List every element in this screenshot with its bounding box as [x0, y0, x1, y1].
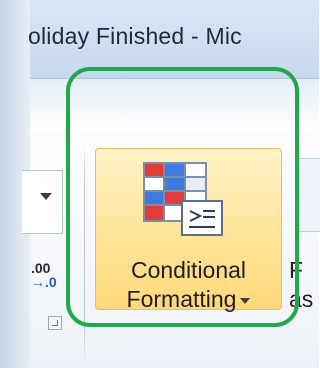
- highlight-outline: [66, 67, 299, 327]
- dialog-launcher-icon[interactable]: [48, 316, 62, 330]
- decimal-bottom: →.0: [31, 274, 57, 290]
- number-format-dropdown[interactable]: [22, 170, 63, 234]
- decrease-decimal-icon[interactable]: .00 →.0: [31, 255, 71, 291]
- window-title: oliday Finished - Mic: [28, 23, 242, 49]
- chevron-down-icon[interactable]: [40, 193, 52, 200]
- decimal-top: .00: [31, 260, 51, 276]
- format-as-table-icon[interactable]: [297, 158, 320, 232]
